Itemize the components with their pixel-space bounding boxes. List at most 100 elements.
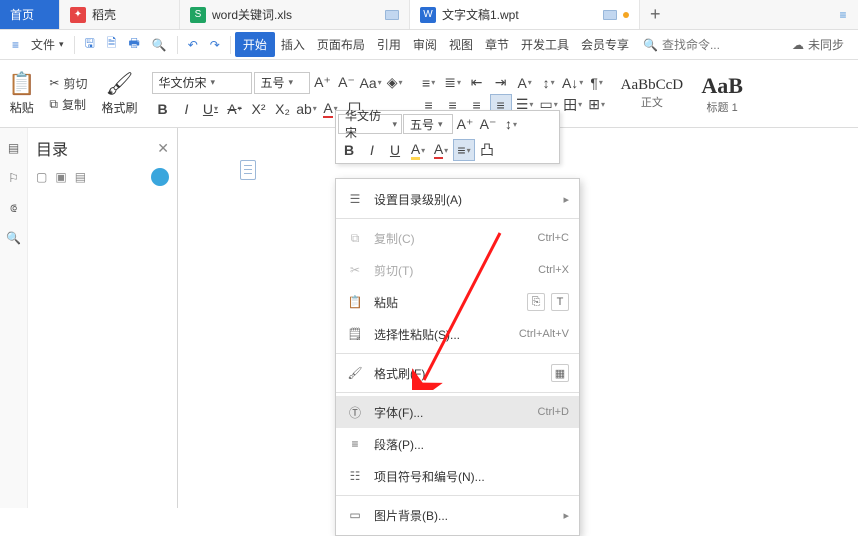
picture-icon: ▭ [346,508,364,522]
print-preview-icon[interactable]: 🔍 [146,34,173,56]
outline-btn2-icon[interactable]: ▣ [55,170,66,184]
style-normal[interactable]: AaBbCcD 正文 [614,74,691,113]
mini-grow-font[interactable]: A⁺ [454,113,476,135]
app-menu-icon[interactable]: ≡ [828,0,858,29]
borders-button[interactable]: 田▾ [562,94,584,116]
ctx-font[interactable]: Ⓣ 字体(F)... Ctrl+D [336,396,579,428]
paste-button[interactable]: 📋 粘贴 [0,60,43,127]
close-icon[interactable]: ✕ [157,140,169,157]
numbering-button[interactable]: ≣▾ [442,72,464,94]
ctx-paste-special[interactable]: 🗒 选择性粘贴(S)... Ctrl+Alt+V [336,318,579,350]
menu-developer[interactable]: 开发工具 [515,32,575,57]
ctx-set-level[interactable]: ☰ 设置目录级别(A) ▸ [336,183,579,215]
show-marks-button[interactable]: ¶▾ [586,72,608,94]
tab-xls[interactable]: S word关键词.xls [180,0,410,29]
outline-view-icon[interactable]: ▤ [4,138,24,158]
shrink-font-button[interactable]: A⁻ [336,72,358,94]
bullets-icon: ☷ [346,469,364,483]
font-size-combo[interactable]: 五号▾ [254,72,310,94]
bold-button[interactable]: B [152,98,174,120]
menu-insert[interactable]: 插入 [275,32,311,57]
highlight-button[interactable]: ab▾ [296,98,318,120]
outline-btn1-icon[interactable]: ▢ [36,170,47,184]
mini-underline[interactable]: U [384,139,406,161]
copy-button[interactable]: ⧉复制 [49,96,87,113]
search-input[interactable] [662,38,742,52]
window-icon[interactable] [603,10,617,20]
tab-new[interactable]: + [640,0,700,29]
tab-home[interactable]: 首页 [0,0,60,29]
paste-text-only-icon[interactable]: T [551,293,569,311]
bullets-button[interactable]: ≡▾ [418,72,440,94]
paste-keep-format-icon[interactable]: ⎘ [527,293,545,311]
grow-font-button[interactable]: A⁺ [312,72,334,94]
scissors-icon: ✂ [49,76,59,90]
menu-section[interactable]: 章节 [479,32,515,57]
search-icon[interactable]: 🔍 [4,228,24,248]
separator [336,218,579,219]
strike-button[interactable]: A▾ [224,98,246,120]
clipboard-icon: 📋 [346,295,364,309]
search-icon: 🔍 [643,38,658,52]
mini-align[interactable]: ≡▾ [453,139,475,161]
file-menu[interactable]: 文件▾ [25,32,70,57]
ctx-pic-bg[interactable]: ▭ 图片背景(B)... ▸ [336,499,579,531]
increase-indent-button[interactable]: ⇥ [490,72,512,94]
menu-start[interactable]: 开始 [235,32,275,57]
command-search[interactable]: 🔍 [643,38,742,52]
mini-highlight[interactable]: A▾ [407,139,429,161]
ctx-format-painter[interactable]: 🖌 格式刷(F) ▦ [336,357,579,389]
undo-icon[interactable]: ↶ [182,34,204,56]
superscript-button[interactable]: X² [248,98,270,120]
bookmark-flag-icon[interactable]: ⚐ [4,168,24,188]
decrease-indent-button[interactable]: ⇤ [466,72,488,94]
save-as-icon[interactable]: 🗎 [101,30,123,59]
underline-button[interactable]: U▾ [200,98,222,120]
cut-button[interactable]: ✂剪切 [49,75,87,92]
ctx-paste[interactable]: 📋 粘贴 ⎘ T [336,286,579,318]
outline-btn3-icon[interactable]: ▤ [75,170,86,184]
change-case-button[interactable]: Aa▾ [360,72,382,94]
tabs-button[interactable]: ⊞▾ [586,94,608,116]
tab-label: word关键词.xls [212,6,292,23]
clear-format-button[interactable]: ◈▾ [384,72,406,94]
style-heading1[interactable]: AaB 标题 1 [690,70,754,118]
menu-toggle-icon[interactable]: ≡ [6,34,25,56]
mini-italic[interactable]: I [361,139,383,161]
window-icon[interactable] [385,10,399,20]
menu-review[interactable]: 审阅 [407,32,443,57]
mini-shrink-font[interactable]: A⁻ [477,113,499,135]
format-painter-extra-icon[interactable]: ▦ [551,364,569,382]
tab-docer[interactable]: ✦ 稻壳 [60,0,180,29]
mini-font-size[interactable]: 五号▾ [403,114,453,134]
sort-button[interactable]: A↓▾ [562,72,584,94]
menu-vip[interactable]: 会员专享 [575,32,635,57]
mini-bold[interactable]: B [338,139,360,161]
save-icon[interactable]: 🖫 [79,30,101,59]
menu-references[interactable]: 引用 [371,32,407,57]
mini-insert[interactable]: 凸 [476,139,498,161]
bookmark-icon[interactable]: ⟃ [4,198,24,218]
mini-line-spacing[interactable]: ↕▾ [500,113,522,135]
format-painter-button[interactable]: 🖌 格式刷 [93,60,145,127]
mini-font-name[interactable]: 华文仿宋▾ [338,114,402,134]
print-icon[interactable]: 🖶 [122,30,145,59]
outline-panel: 目录 ✕ ▢ ▣ ▤ [28,128,178,508]
tab-wpt-active[interactable]: W 文字文稿1.wpt [410,0,640,29]
plus-icon: + [650,4,661,25]
font-name-combo[interactable]: 华文仿宋▾ [152,72,252,94]
copy-icon: ⧉ [49,97,58,112]
clipboard-icon: 📋 [8,71,35,97]
text-effects-button[interactable]: A▾ [514,72,536,94]
redo-icon[interactable]: ↷ [204,34,226,56]
mini-font-color[interactable]: A▾ [430,139,452,161]
outline-refresh-icon[interactable] [151,168,169,186]
line-spacing-button[interactable]: ↕▾ [538,72,560,94]
subscript-button[interactable]: X₂ [272,98,294,120]
ctx-paragraph[interactable]: ≡ 段落(P)... [336,428,579,460]
menu-page-layout[interactable]: 页面布局 [311,32,371,57]
ctx-bullets[interactable]: ☷ 项目符号和编号(N)... [336,460,579,492]
sync-status[interactable]: ☁ 未同步 [784,36,852,53]
italic-button[interactable]: I [176,98,198,120]
menu-view[interactable]: 视图 [443,32,479,57]
